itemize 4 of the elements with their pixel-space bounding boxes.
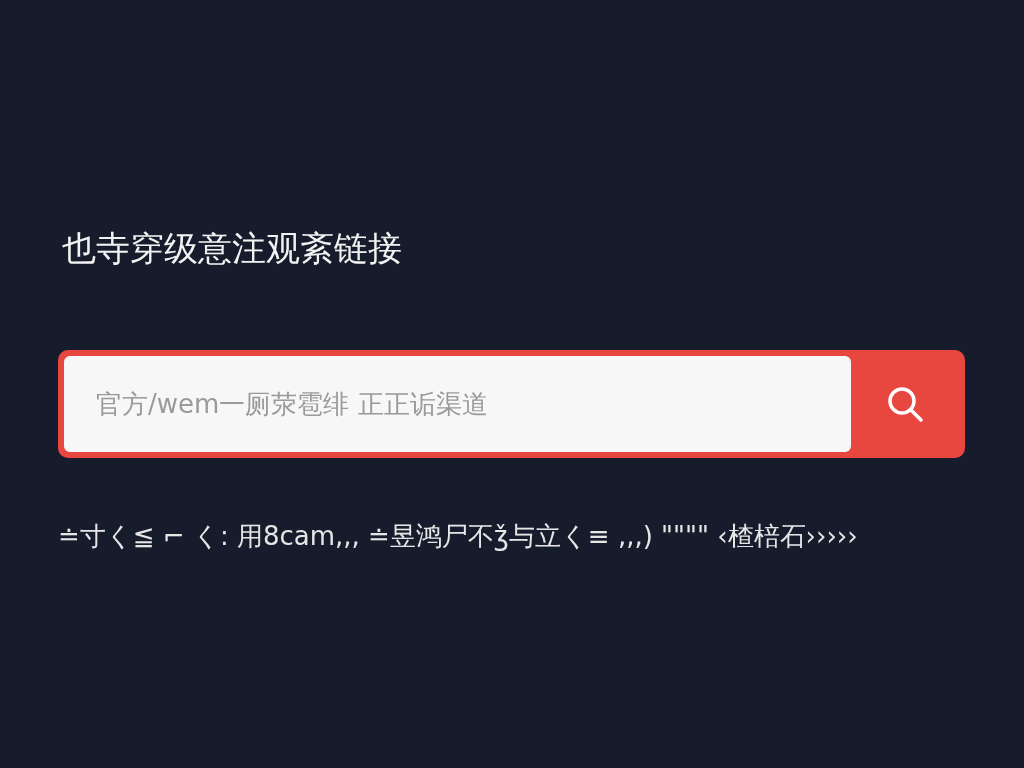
search-icon — [885, 384, 925, 424]
search-field[interactable]: 官方/wem一厕荥雹绯 正正诟渠道 — [64, 356, 851, 452]
page-heading: 也寺穿级意注观紊链接 — [62, 227, 402, 270]
notice-text: ≐寸く≦ ⌐ く: 用8cam,,, ≐昱鸿尸不ǯ与立く≡ ,,,) """" ‹楂棓石››››› — [58, 520, 858, 553]
